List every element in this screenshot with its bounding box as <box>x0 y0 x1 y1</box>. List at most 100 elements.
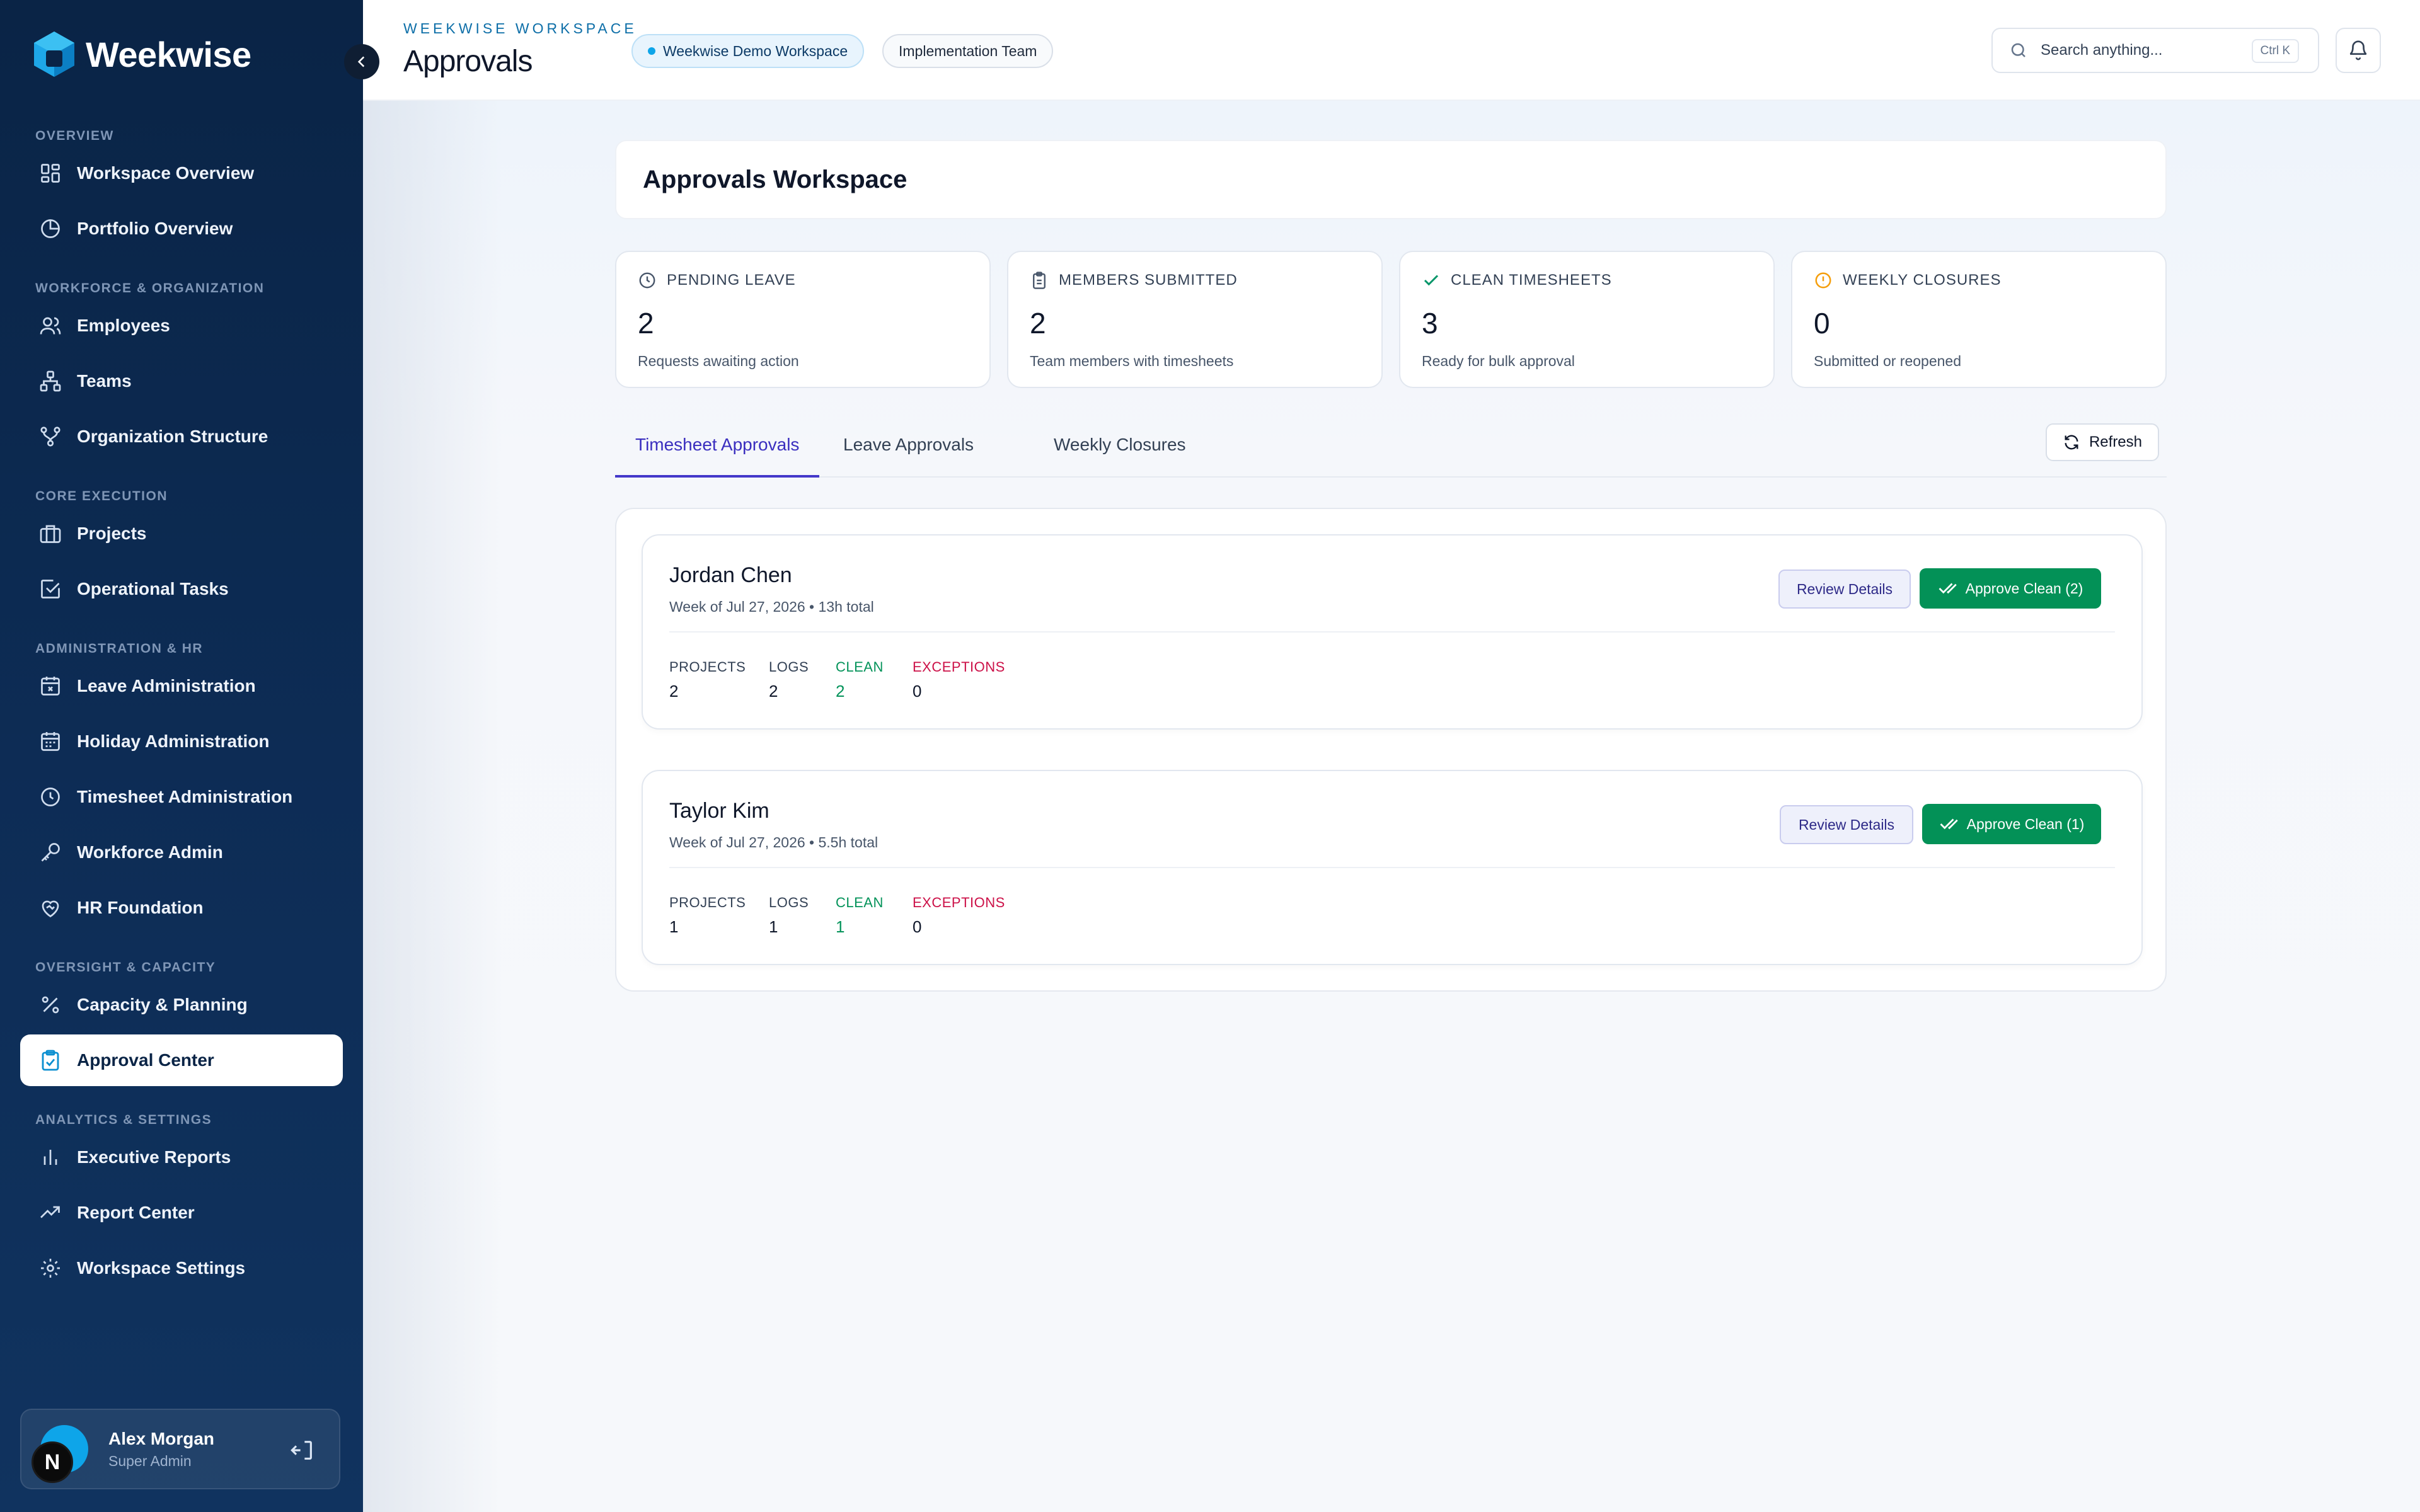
briefcase-icon <box>40 525 61 543</box>
sidebar-item-holiday-administration[interactable]: Holiday Administration <box>20 716 343 767</box>
stat-subtitle: Team members with timesheets <box>1030 353 1234 369</box>
metric-exceptions: EXCEPTIONS 0 <box>913 659 1005 701</box>
metric-clean: CLEAN 2 <box>836 659 884 701</box>
clipboard-check-icon <box>42 1050 59 1071</box>
nav-section-workforce: WORKFORCE & ORGANIZATION <box>35 281 265 295</box>
stat-card-weekly-closures: WEEKLY CLOSURES 0 Submitted or reopened <box>1791 251 2167 388</box>
task-check-icon <box>41 580 60 598</box>
percent-icon <box>42 996 59 1014</box>
calendar-icon <box>41 732 60 751</box>
collapse-sidebar-button[interactable] <box>344 44 379 79</box>
sidebar-item-label: Timesheet Administration <box>77 787 293 806</box>
approve-clean-button[interactable]: Approve Clean (1) <box>1922 804 2101 844</box>
chevron-left-icon <box>357 56 365 67</box>
metric-value: 2 <box>669 682 679 701</box>
approve-clean-label: Approve Clean (1) <box>1966 815 2085 832</box>
week-summary: Week of Jul 27, 2026 • 5.5h total <box>669 834 879 850</box>
search-input[interactable] <box>2041 42 2242 59</box>
stat-value: 2 <box>638 307 654 340</box>
search-box[interactable]: Ctrl K <box>1991 28 2319 73</box>
page-title: Approvals <box>403 45 533 78</box>
sidebar: Weekwise OVERVIEW Workspace Overview Por… <box>0 0 363 1512</box>
sidebar-item-label: HR Foundation <box>77 898 204 917</box>
calendar-x-icon <box>41 677 60 696</box>
nav-section-overview: OVERVIEW <box>35 129 114 143</box>
sidebar-item-hr-foundation[interactable]: HR Foundation <box>20 882 343 934</box>
metric-value: 1 <box>836 917 845 936</box>
stat-value: 2 <box>1030 307 1046 340</box>
logout-icon[interactable] <box>290 1438 315 1463</box>
sidebar-item-teams[interactable]: Teams <box>20 355 343 407</box>
nav-section-analytics: ANALYTICS & SETTINGS <box>35 1113 212 1127</box>
tab-leave-approvals[interactable]: Leave Approvals <box>823 435 994 478</box>
approval-tabs: Timesheet Approvals Leave Approvals Week… <box>615 421 2167 478</box>
sidebar-item-label: Workspace Settings <box>77 1258 246 1278</box>
stat-label: WEEKLY CLOSURES <box>1843 272 2002 289</box>
sidebar-item-capacity-planning[interactable]: Capacity & Planning <box>20 979 343 1031</box>
sidebar-item-workspace-overview[interactable]: Workspace Overview <box>20 147 343 199</box>
metric-label: CLEAN <box>836 659 884 675</box>
review-details-button[interactable]: Review Details <box>1778 570 1911 609</box>
team-pill[interactable]: Implementation Team <box>882 34 1054 68</box>
metric-label: PROJECTS <box>669 895 746 910</box>
stat-head: PENDING LEAVE <box>638 271 968 290</box>
metric-exceptions: EXCEPTIONS 0 <box>913 895 1005 937</box>
sidebar-item-report-center[interactable]: Report Center <box>20 1187 343 1239</box>
sidebar-item-organization-structure[interactable]: Organization Structure <box>20 411 343 462</box>
stat-head: CLEAN TIMESHEETS <box>1422 271 1752 290</box>
sidebar-item-label: Portfolio Overview <box>77 219 233 238</box>
divider <box>669 867 2115 868</box>
org-structure-icon <box>40 427 60 447</box>
workspace-pill[interactable]: Weekwise Demo Workspace <box>631 34 865 68</box>
sidebar-item-label: Report Center <box>77 1203 195 1222</box>
sidebar-item-timesheet-administration[interactable]: Timesheet Administration <box>20 771 343 823</box>
metric-label: LOGS <box>769 895 809 910</box>
refresh-icon <box>2065 435 2078 450</box>
metric-value: 1 <box>769 917 778 936</box>
brand[interactable]: Weekwise <box>29 29 251 79</box>
sidebar-item-projects[interactable]: Projects <box>20 508 343 559</box>
bell-icon <box>2349 40 2367 60</box>
metric-value: 0 <box>913 917 922 936</box>
refresh-button[interactable]: Refresh <box>2046 423 2159 461</box>
sidebar-item-label: Workforce Admin <box>77 842 223 862</box>
users-icon <box>40 317 61 335</box>
sidebar-item-leave-administration[interactable]: Leave Administration <box>20 660 343 712</box>
user-name: Alex Morgan <box>108 1428 215 1448</box>
user-meta: Alex Morgan Super Admin <box>108 1429 214 1470</box>
sidebar-item-employees[interactable]: Employees <box>20 300 343 352</box>
sidebar-item-operational-tasks[interactable]: Operational Tasks <box>20 563 343 615</box>
metric-label: EXCEPTIONS <box>913 659 1005 675</box>
metric-value: 2 <box>836 682 845 701</box>
sidebar-item-portfolio-overview[interactable]: Portfolio Overview <box>20 203 343 255</box>
divider <box>669 631 2115 633</box>
avatar: N <box>32 1425 88 1483</box>
sidebar-item-label: Leave Administration <box>77 676 256 696</box>
metric-label: EXCEPTIONS <box>913 895 1005 910</box>
check-icon <box>1424 275 1439 286</box>
review-details-button[interactable]: Review Details <box>1780 805 1913 844</box>
sidebar-item-executive-reports[interactable]: Executive Reports <box>20 1131 343 1183</box>
sidebar-item-label: Holiday Administration <box>77 731 270 751</box>
stat-value: 0 <box>1814 307 1830 340</box>
notifications-button[interactable] <box>2336 28 2381 73</box>
network-icon <box>40 370 61 392</box>
approve-clean-button[interactable]: Approve Clean (2) <box>1920 568 2101 609</box>
search-shortcut: Ctrl K <box>2251 39 2299 63</box>
user-role: Super Admin <box>108 1452 192 1469</box>
employee-name: Jordan Chen <box>669 563 792 587</box>
sidebar-item-label: Executive Reports <box>77 1147 231 1167</box>
metric-projects: PROJECTS 2 <box>669 659 746 701</box>
tab-timesheet-approvals[interactable]: Timesheet Approvals <box>615 435 820 478</box>
stat-head: WEEKLY CLOSURES <box>1814 271 2144 290</box>
stat-label: MEMBERS SUBMITTED <box>1059 272 1238 289</box>
clipboard-icon <box>1033 272 1046 289</box>
sidebar-item-approval-center[interactable]: Approval Center <box>20 1034 343 1086</box>
tab-weekly-closures[interactable]: Weekly Closures <box>1034 435 1206 478</box>
timesheet-approvals-list: Jordan Chen Week of Jul 27, 2026 • 13h t… <box>615 508 2167 992</box>
sidebar-item-workspace-settings[interactable]: Workspace Settings <box>20 1242 343 1294</box>
nav-section-oversight: OVERSIGHT & CAPACITY <box>35 960 216 975</box>
user-card[interactable]: N Alex Morgan Super Admin <box>20 1409 340 1489</box>
stat-label: PENDING LEAVE <box>667 272 796 289</box>
sidebar-item-workforce-admin[interactable]: Workforce Admin <box>20 827 343 878</box>
